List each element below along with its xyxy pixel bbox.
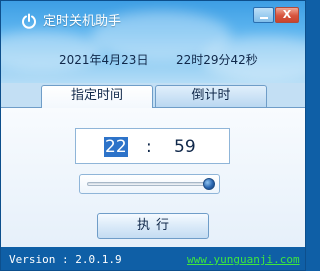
tab-panel: 22 : 59 执行 — [1, 107, 305, 247]
window-title: 定时关机助手 — [43, 14, 122, 29]
status-bar: Version : 2.0.1.9 www.yunguanji.com — [1, 247, 305, 270]
time-picker[interactable]: 22 : 59 — [75, 128, 230, 164]
tab-countdown[interactable]: 倒计时 — [155, 85, 267, 107]
time-separator: : — [146, 137, 152, 157]
version-label: Version : 2.0.1.9 — [9, 253, 122, 266]
current-time: 22时29分42秒 — [176, 53, 258, 67]
hour-field[interactable]: 22 — [104, 137, 128, 157]
website-link[interactable]: www.yunguanji.com — [187, 253, 300, 266]
tab-label: 倒计时 — [191, 88, 231, 103]
header-banner: 定时关机助手 X 2021年4月23日 22时29分42秒 — [1, 1, 305, 83]
time-slider[interactable] — [79, 174, 220, 194]
tab-label: 指定时间 — [70, 88, 123, 103]
slider-track[interactable] — [87, 182, 211, 186]
minimize-icon — [260, 17, 268, 19]
tab-specified-time[interactable]: 指定时间 — [41, 85, 153, 108]
minimize-button[interactable] — [253, 7, 274, 23]
current-date: 2021年4月23日 — [59, 53, 149, 67]
slider-thumb[interactable] — [203, 178, 215, 190]
close-button[interactable]: X — [275, 7, 299, 23]
minute-field[interactable]: 59 — [174, 137, 196, 157]
execute-button[interactable]: 执行 — [97, 213, 209, 239]
app-window: 定时关机助手 X 2021年4月23日 22时29分42秒 指定时间 倒计时 2… — [0, 0, 306, 271]
power-icon — [22, 13, 36, 29]
close-icon: X — [282, 8, 292, 21]
